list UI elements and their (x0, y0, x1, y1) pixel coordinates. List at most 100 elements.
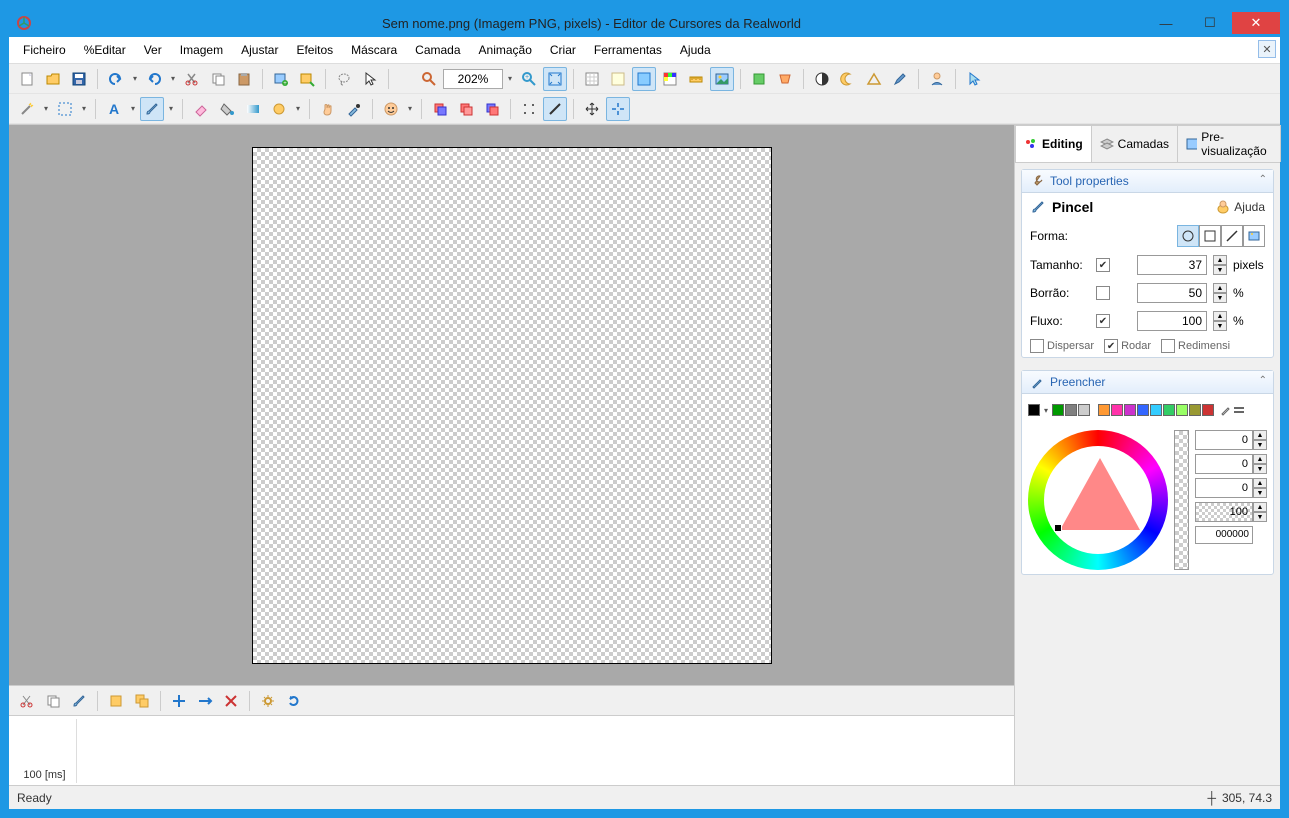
mode-dots-icon[interactable] (517, 97, 541, 121)
color-r[interactable]: 0 (1195, 430, 1253, 450)
select-icon[interactable] (53, 97, 77, 121)
ruler-icon[interactable] (684, 67, 708, 91)
canvas-viewport[interactable] (9, 125, 1014, 685)
zoom-input[interactable]: 202% (443, 69, 503, 89)
shape-circle[interactable] (1177, 225, 1199, 247)
swatch[interactable] (1137, 404, 1149, 416)
color-b[interactable]: 0 (1195, 478, 1253, 498)
menu-ajuda[interactable]: Ajuda (672, 39, 719, 61)
frames-strip[interactable]: 100 [ms] (9, 715, 1014, 785)
zoom-reset-icon[interactable] (417, 67, 441, 91)
brush-tool-icon[interactable] (140, 97, 164, 121)
layer-orange-icon[interactable] (773, 67, 797, 91)
swatch-menu-icon[interactable] (1233, 404, 1245, 416)
cut-icon[interactable] (180, 67, 204, 91)
fluxo-input[interactable]: 100 (1137, 311, 1207, 331)
grid-small-icon[interactable] (580, 67, 604, 91)
spin[interactable]: ▲▼ (1253, 430, 1267, 450)
color-marker[interactable] (1054, 524, 1062, 532)
swatch[interactable] (1189, 404, 1201, 416)
tamanho-input[interactable]: 37 (1137, 255, 1207, 275)
undo-icon[interactable] (104, 67, 128, 91)
menu-editar[interactable]: %Editar (76, 39, 134, 61)
text-dropdown[interactable]: ▾ (128, 97, 138, 121)
triangle-icon[interactable] (862, 67, 886, 91)
fit-screen-icon[interactable] (543, 67, 567, 91)
collapse-icon[interactable]: ⌃ (1259, 375, 1267, 386)
swatch[interactable] (1098, 404, 1110, 416)
redo-icon[interactable] (142, 67, 166, 91)
fluxo-spinner[interactable]: ▲▼ (1213, 311, 1227, 331)
redo-dropdown[interactable]: ▾ (168, 67, 178, 91)
color-a[interactable]: 100 (1195, 502, 1253, 522)
spin[interactable]: ▲▼ (1253, 478, 1267, 498)
image-add-icon[interactable]: + (269, 67, 293, 91)
shape-icon[interactable] (267, 97, 291, 121)
menu-criar[interactable]: Criar (542, 39, 584, 61)
user-icon[interactable] (925, 67, 949, 91)
save-file-icon[interactable] (67, 67, 91, 91)
copy-icon[interactable] (206, 67, 230, 91)
crosshair-icon[interactable] (606, 97, 630, 121)
swatch[interactable] (1052, 404, 1064, 416)
borrao-spinner[interactable]: ▲▼ (1213, 283, 1227, 303)
close-button[interactable]: ✕ (1232, 12, 1280, 34)
shape-custom[interactable] (1243, 225, 1265, 247)
swatch[interactable] (1202, 404, 1214, 416)
new-file-icon[interactable] (15, 67, 39, 91)
frame-del-icon[interactable] (219, 689, 243, 713)
opt-redim[interactable]: Redimensi (1161, 339, 1230, 353)
menu-ver[interactable]: Ver (136, 39, 170, 61)
swatch[interactable] (1176, 404, 1188, 416)
paste-icon[interactable] (232, 67, 256, 91)
swatch[interactable] (1111, 404, 1123, 416)
color-hex[interactable]: 000000 (1195, 526, 1253, 544)
shape-dropdown[interactable]: ▾ (293, 97, 303, 121)
fluxo-check[interactable]: ✔ (1096, 314, 1110, 328)
undo-dropdown[interactable]: ▾ (130, 67, 140, 91)
menu-ajustar[interactable]: Ajustar (233, 39, 286, 61)
tab-preview[interactable]: Pre-visualização (1177, 125, 1281, 162)
swatch[interactable] (1150, 404, 1162, 416)
frame-dup-icon[interactable] (130, 689, 154, 713)
swatch[interactable] (1163, 404, 1175, 416)
tab-camadas[interactable]: Camadas (1091, 125, 1178, 162)
eyedropper-icon[interactable] (342, 97, 366, 121)
menu-mascara[interactable]: Máscara (343, 39, 405, 61)
gradient-icon[interactable] (241, 97, 265, 121)
swatch[interactable] (1065, 404, 1077, 416)
spin[interactable]: ▲▼ (1253, 502, 1267, 522)
face-dropdown[interactable]: ▾ (405, 97, 415, 121)
brush2-icon[interactable] (888, 67, 912, 91)
select-dropdown[interactable]: ▾ (79, 97, 89, 121)
mode-line-icon[interactable] (543, 97, 567, 121)
tamanho-check[interactable]: ✔ (1096, 258, 1110, 272)
layer-green-icon[interactable] (747, 67, 771, 91)
menu-ficheiro[interactable]: Ficheiro (15, 39, 74, 61)
layers-b-icon[interactable] (454, 97, 478, 121)
text-icon[interactable]: A (102, 97, 126, 121)
contrast-icon[interactable] (810, 67, 834, 91)
panel-header[interactable]: Preencher ⌃ (1022, 371, 1273, 394)
color-g[interactable]: 0 (1195, 454, 1253, 474)
zoom-fit-icon[interactable]: + (517, 67, 541, 91)
lasso-icon[interactable] (332, 67, 356, 91)
moon-icon[interactable] (836, 67, 860, 91)
menu-ferramentas[interactable]: Ferramentas (586, 39, 670, 61)
layers-c-icon[interactable] (480, 97, 504, 121)
grid-color-icon[interactable] (658, 67, 682, 91)
spin[interactable]: ▲▼ (1253, 454, 1267, 474)
menu-animacao[interactable]: Animação (471, 39, 540, 61)
swatch[interactable] (1028, 404, 1040, 416)
open-file-icon[interactable] (41, 67, 65, 91)
frame-cell[interactable]: 100 [ms] (13, 719, 77, 783)
swatch[interactable] (1124, 404, 1136, 416)
hand-icon[interactable] (316, 97, 340, 121)
frame-prev-icon[interactable] (167, 689, 191, 713)
eraser-icon[interactable] (189, 97, 213, 121)
frame-loop-icon[interactable] (282, 689, 306, 713)
image-export-icon[interactable] (295, 67, 319, 91)
minimize-button[interactable]: — (1144, 12, 1188, 34)
canvas-fill-icon[interactable] (632, 67, 656, 91)
borrao-input[interactable]: 50 (1137, 283, 1207, 303)
